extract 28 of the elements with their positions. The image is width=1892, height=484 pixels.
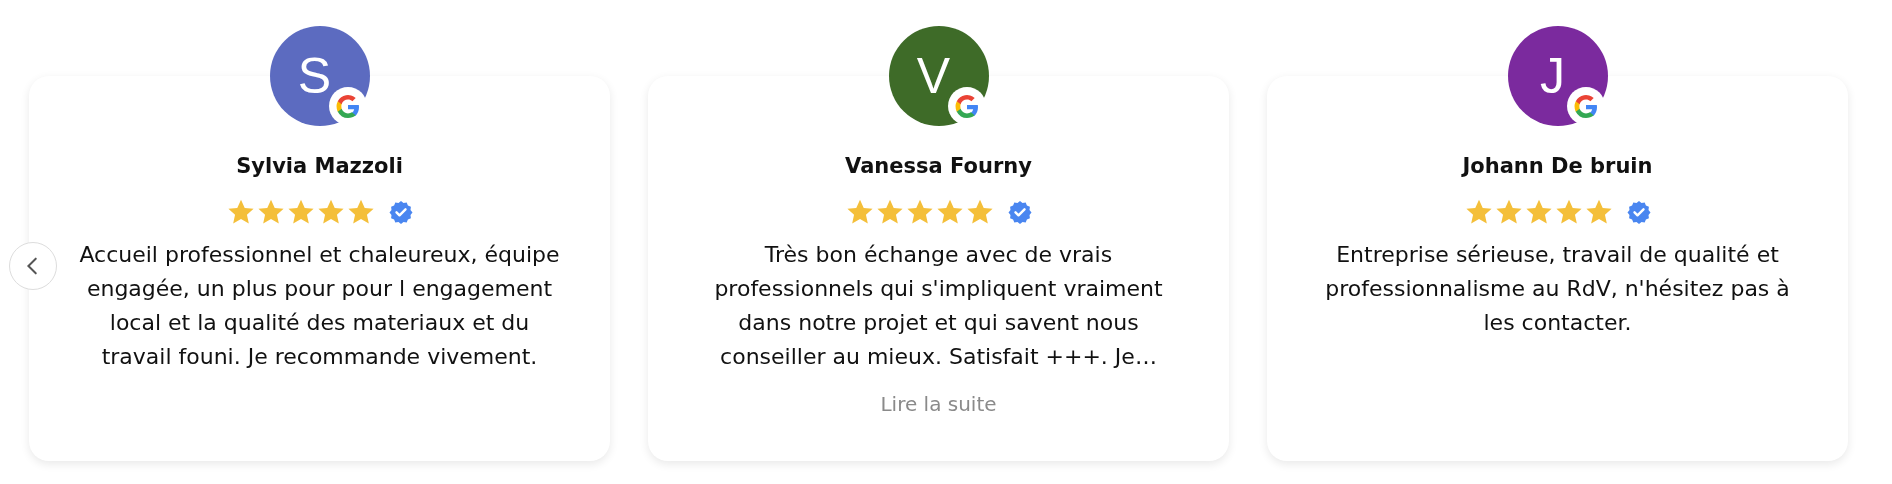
google-icon	[327, 86, 368, 126]
star-icon	[256, 198, 285, 226]
star-icon	[965, 198, 994, 226]
star-icon	[1554, 198, 1583, 226]
star-icon	[346, 198, 375, 226]
review-text: Accueil professionnel et chaleureux, équipe engagée, un plus pour pour l engagement local et la qualité des materiaux et du travail founi. Je recommande vivement.	[78, 241, 561, 371]
star-icon	[1584, 198, 1613, 226]
star-icon	[935, 198, 964, 226]
star-icon	[905, 198, 934, 226]
reviewer-name: Johann De bruin	[1462, 154, 1653, 178]
star-icon	[1524, 198, 1553, 226]
star-icon	[316, 198, 345, 226]
avatar-initial: S	[297, 51, 332, 101]
star-icon	[226, 198, 255, 226]
reviewer-name: Vanessa Fourny	[845, 154, 1032, 178]
star-icon	[286, 198, 315, 226]
read-more-link[interactable]: Lire la suite	[880, 392, 997, 416]
avatar-initial: V	[916, 51, 951, 101]
avatar-initial: J	[1540, 51, 1565, 101]
review-text: Très bon échange avec de vrais professionnels qui s'impliquent vraiment dans notre projet et qui savent nous conseiller au mieux. Satisfait +++. Je…	[713, 241, 1164, 371]
reviewer-name: Sylvia Mazzoli	[236, 154, 403, 178]
previous-button[interactable]	[9, 242, 57, 290]
google-icon	[1565, 86, 1606, 126]
star-icon	[845, 198, 874, 226]
review-text: Entreprise sérieuse, travail de qualité et professionnalisme au RdV, n'hésitez pas à les contacter.	[1324, 241, 1791, 337]
star-icon	[1464, 198, 1493, 226]
star-icon	[1494, 198, 1523, 226]
star-icon	[875, 198, 904, 226]
